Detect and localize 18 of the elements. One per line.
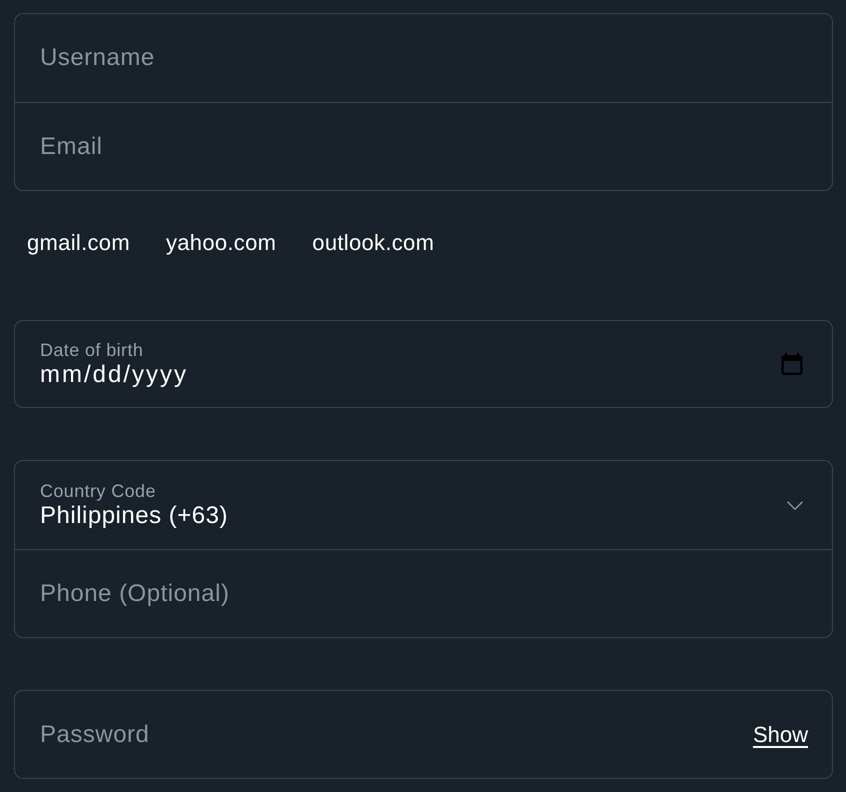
password-field[interactable]: Password Show: [14, 690, 833, 779]
chevron-down-icon: [787, 500, 803, 510]
date-of-birth-field[interactable]: Date of birth mm/dd/yyyy: [14, 320, 833, 408]
show-password-link[interactable]: Show: [752, 722, 808, 748]
phone-input-field[interactable]: Phone (Optional): [15, 549, 832, 637]
calendar-icon[interactable]: [781, 353, 803, 375]
email-domain-suggestion[interactable]: outlook.com: [312, 230, 434, 256]
text-input-field[interactable]: Username: [15, 14, 832, 102]
date-value: mm/dd/yyyy: [40, 361, 188, 389]
field-label: Country Code: [40, 480, 156, 502]
select-value: Philippines (+63): [40, 502, 228, 530]
phone-fields-group[interactable]: Country Code Philippines (+63) Phone (Optional): [14, 460, 833, 638]
account-fields-group[interactable]: Username Email: [14, 13, 833, 191]
text-input-field[interactable]: Email: [15, 102, 832, 190]
email-domain-suggestion[interactable]: gmail.com: [27, 230, 130, 256]
email-domain-suggestion[interactable]: yahoo.com: [166, 230, 276, 256]
country-code-select[interactable]: Country Code Philippines (+63): [15, 461, 832, 549]
field-label: Date of birth: [40, 339, 144, 361]
